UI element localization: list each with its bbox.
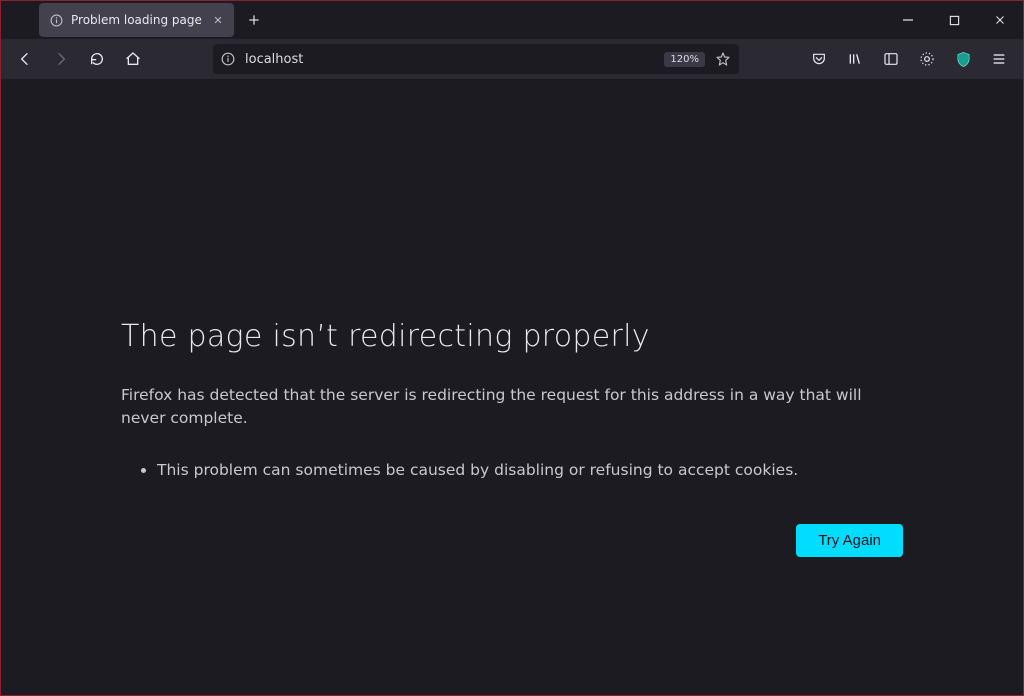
browser-tab[interactable]: Problem loading page: [39, 3, 234, 37]
window-close-button[interactable]: [977, 1, 1023, 39]
reload-button[interactable]: [81, 43, 113, 75]
error-heading: The page isn’t redirecting properly: [121, 319, 903, 354]
address-bar[interactable]: localhost 120%: [213, 44, 739, 74]
title-bar: Problem loading page: [1, 1, 1023, 39]
tab-close-icon[interactable]: [210, 12, 226, 28]
back-button[interactable]: [9, 43, 41, 75]
error-description: Firefox has detected that the server is …: [121, 384, 903, 431]
library-icon[interactable]: [839, 43, 871, 75]
try-again-button[interactable]: Try Again: [796, 524, 903, 557]
error-actions: Try Again: [121, 524, 903, 557]
info-icon: [49, 13, 63, 27]
identity-info-icon[interactable]: [219, 52, 237, 66]
navigation-toolbar: localhost 120%: [1, 39, 1023, 79]
forward-button[interactable]: [45, 43, 77, 75]
new-tab-button[interactable]: [238, 4, 270, 36]
minimize-button[interactable]: [885, 1, 931, 39]
maximize-button[interactable]: [931, 1, 977, 39]
protection-shield-icon[interactable]: [947, 43, 979, 75]
url-text: localhost: [245, 52, 656, 67]
zoom-badge[interactable]: 120%: [664, 52, 705, 67]
extension-gear-icon[interactable]: [911, 43, 943, 75]
pocket-icon[interactable]: [803, 43, 835, 75]
tab-strip: Problem loading page: [1, 3, 885, 37]
error-hint-item: This problem can sometimes be caused by …: [157, 459, 903, 482]
window-controls: [885, 1, 1023, 39]
error-page-content: The page isn’t redirecting properly Fire…: [1, 79, 1023, 695]
application-menu-icon[interactable]: [983, 43, 1015, 75]
sidebar-icon[interactable]: [875, 43, 907, 75]
home-button[interactable]: [117, 43, 149, 75]
tab-title: Problem loading page: [71, 13, 202, 27]
bookmark-star-icon[interactable]: [713, 51, 733, 67]
error-hint-list: This problem can sometimes be caused by …: [121, 459, 903, 482]
